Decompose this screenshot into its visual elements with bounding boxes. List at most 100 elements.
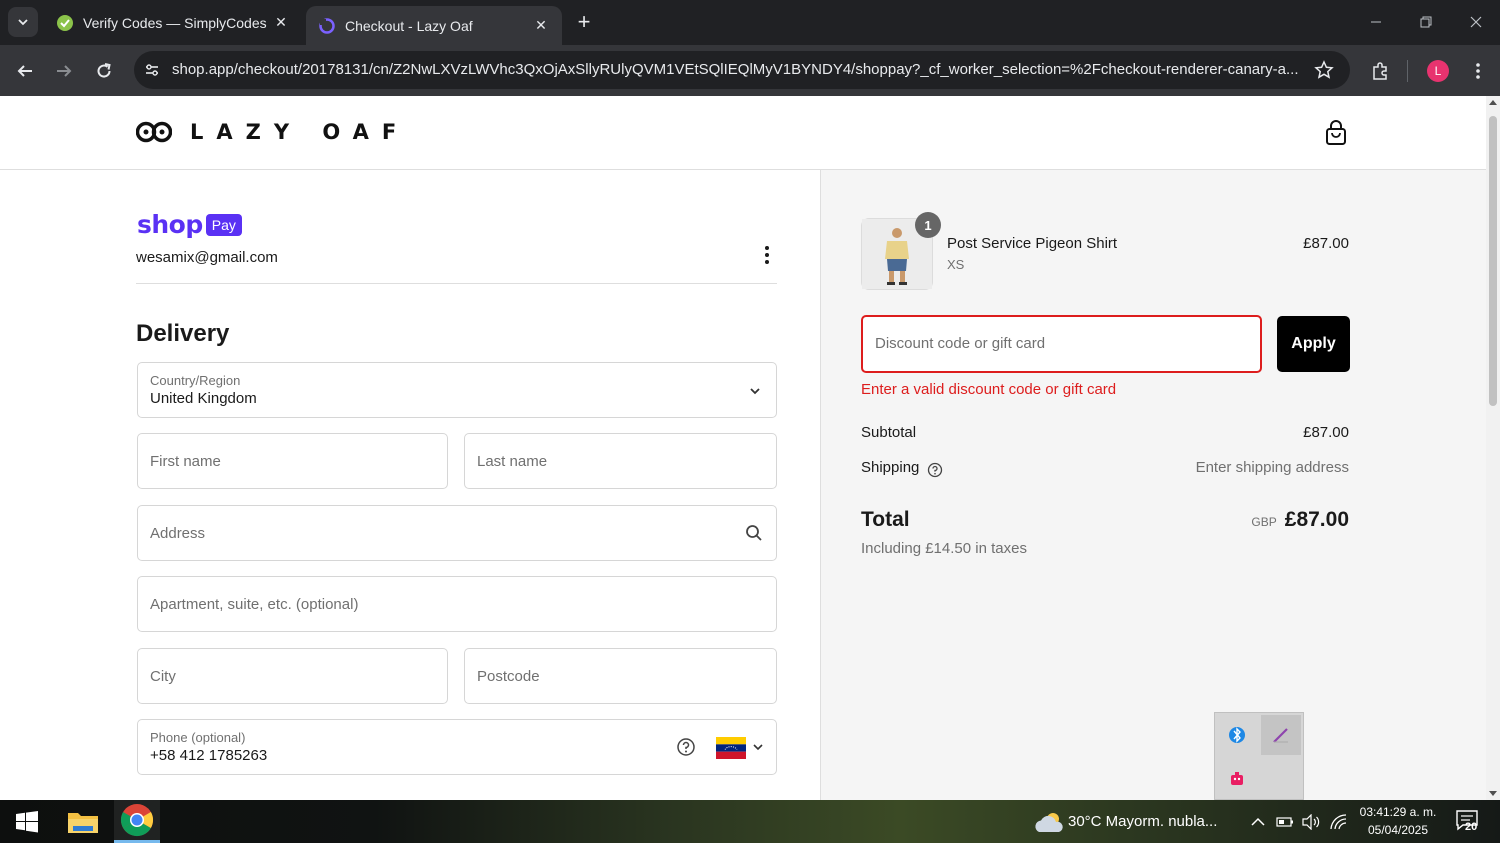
- apply-button[interactable]: Apply: [1277, 316, 1350, 372]
- weather-text: 30°C Mayorm. nubla...: [1068, 813, 1218, 830]
- chrome-icon: [120, 804, 154, 837]
- folder-icon: [68, 812, 98, 833]
- browser-menu-button[interactable]: [1464, 57, 1492, 85]
- chrome-button[interactable]: [114, 800, 160, 843]
- tab-search-button[interactable]: [8, 7, 38, 37]
- last-name-field[interactable]: Last name: [464, 433, 777, 489]
- clock-date: 05/04/2025: [1367, 823, 1429, 837]
- avatar: L: [1427, 60, 1449, 82]
- profile-button[interactable]: L: [1424, 57, 1452, 85]
- address-bar[interactable]: shop.app/checkout/20178131/cn/Z2NwLXVzLW…: [134, 51, 1350, 89]
- phone-value: +58 412 1785263: [150, 747, 268, 764]
- pen-icon[interactable]: [1261, 715, 1301, 755]
- volume-icon[interactable]: [1300, 800, 1322, 843]
- city-field[interactable]: City: [137, 648, 448, 704]
- reload-button[interactable]: [90, 57, 118, 85]
- quantity-badge: 1: [915, 212, 941, 238]
- first-name-field[interactable]: First name: [137, 433, 448, 489]
- subtotal-label: Subtotal: [861, 424, 917, 441]
- product-name: Post Service Pigeon Shirt: [947, 235, 1118, 252]
- dot-icon: [765, 246, 769, 250]
- show-hidden-icons-button[interactable]: [1248, 800, 1268, 843]
- reload-icon: [97, 63, 111, 78]
- page-scrollbar[interactable]: [1486, 96, 1500, 800]
- scrollbar-thumb[interactable]: [1489, 116, 1497, 406]
- browser-tab-bar: Verify Codes — SimplyCodes ✕ Checkout - …: [0, 0, 1500, 45]
- lazy-oaf-logo-mark: [136, 121, 172, 143]
- order-summary: 1 Post Service Pigeon Shirt XS £87.00 Ap…: [820, 170, 1486, 800]
- chevron-down-icon: [18, 19, 28, 26]
- arrow-right-icon: [57, 65, 72, 77]
- tab-checkout[interactable]: Checkout - Lazy Oaf ✕: [306, 6, 562, 45]
- venezuela-flag-icon[interactable]: [716, 737, 746, 759]
- new-tab-button[interactable]: +: [572, 10, 596, 34]
- total-amount: £87.00: [1284, 508, 1349, 531]
- shop-icon: [318, 17, 336, 35]
- url-text[interactable]: shop.app/checkout/20178131/cn/Z2NwLXVzLW…: [172, 61, 1312, 78]
- delivery-column: shop Pay wesamix@gmail.com Delivery Coun…: [0, 170, 820, 800]
- start-button[interactable]: [4, 800, 50, 843]
- country-value: United Kingdom: [150, 390, 257, 407]
- more-vertical-icon: [1476, 63, 1480, 79]
- toolbar-divider: [1407, 60, 1408, 82]
- discount-error-message: Enter a valid discount code or gift card: [861, 381, 1117, 398]
- battery-icon[interactable]: [1274, 800, 1296, 843]
- lazy-oaf-logo[interactable]: LAZY OAF: [136, 120, 409, 144]
- product-price: £87.00: [1303, 235, 1349, 252]
- country-select[interactable]: Country/Region United Kingdom: [137, 362, 777, 418]
- pay-badge: Pay: [205, 213, 242, 236]
- shopping-bag-icon[interactable]: [1324, 120, 1348, 146]
- site-settings-icon[interactable]: [142, 60, 162, 80]
- minimize-button[interactable]: [1356, 8, 1396, 36]
- delivery-heading: Delivery: [136, 320, 230, 347]
- chevron-down-icon: [753, 744, 763, 751]
- phone-label: Phone (optional): [150, 730, 246, 745]
- tab-title: Verify Codes — SimplyCodes: [83, 14, 267, 31]
- logo-text: LAZY OAF: [190, 120, 410, 144]
- apartment-field[interactable]: Apartment, suite, etc. (optional): [137, 576, 777, 632]
- forward-button[interactable]: [50, 57, 78, 85]
- account-menu-button[interactable]: [758, 244, 776, 266]
- close-window-button[interactable]: [1456, 8, 1496, 36]
- taxes-note: Including £14.50 in taxes: [861, 540, 1027, 557]
- product-variant: XS: [947, 257, 965, 272]
- total-value: GBP £87.00: [1251, 508, 1349, 532]
- bluetooth-icon[interactable]: [1217, 715, 1257, 755]
- scroll-down-icon[interactable]: [1489, 791, 1497, 796]
- address-placeholder: Address: [150, 525, 206, 542]
- city-placeholder: City: [150, 668, 176, 685]
- back-button[interactable]: [11, 57, 39, 85]
- close-tab-icon[interactable]: ✕: [272, 14, 290, 32]
- clock[interactable]: 03:41:29 a. m. 05/04/2025: [1352, 803, 1444, 839]
- account-email: wesamix@gmail.com: [136, 249, 278, 266]
- file-explorer-button[interactable]: [60, 800, 106, 843]
- help-circle-icon[interactable]: [676, 737, 696, 757]
- search-icon: [746, 525, 762, 541]
- extensions-button[interactable]: [1366, 57, 1394, 85]
- scroll-up-icon[interactable]: [1489, 100, 1497, 105]
- weather-icon[interactable]: [1030, 800, 1068, 843]
- windows-logo-icon: [16, 810, 38, 832]
- network-icon[interactable]: [1328, 800, 1350, 843]
- clock-time: 03:41:29 a. m.: [1359, 805, 1437, 819]
- help-circle-icon[interactable]: [927, 462, 943, 478]
- tab-verify-codes[interactable]: Verify Codes — SimplyCodes ✕: [44, 0, 302, 45]
- address-field[interactable]: Address: [137, 505, 777, 561]
- discount-input[interactable]: [875, 335, 1245, 352]
- puzzle-icon: [1373, 62, 1387, 80]
- close-icon: [1470, 16, 1482, 28]
- checkout-page: LAZY OAF shop Pay wesamix@gmail.com Deli…: [0, 96, 1486, 800]
- phone-field[interactable]: Phone (optional) +58 412 1785263: [137, 719, 777, 775]
- discount-field[interactable]: [861, 315, 1262, 373]
- notification-count-badge: 20: [1465, 821, 1478, 833]
- simplycodes-icon: [56, 14, 74, 32]
- bookmark-star-icon[interactable]: [1314, 60, 1334, 80]
- weather-widget[interactable]: 30°C Mayorm. nubla...: [1068, 800, 1228, 843]
- close-tab-icon[interactable]: ✕: [532, 17, 550, 35]
- subtotal-value: £87.00: [1303, 424, 1349, 441]
- robot-icon[interactable]: [1217, 759, 1257, 799]
- restore-button[interactable]: [1406, 8, 1446, 36]
- apartment-placeholder: Apartment, suite, etc. (optional): [150, 596, 359, 613]
- postcode-field[interactable]: Postcode: [464, 648, 777, 704]
- shipping-label: Shipping: [861, 459, 920, 476]
